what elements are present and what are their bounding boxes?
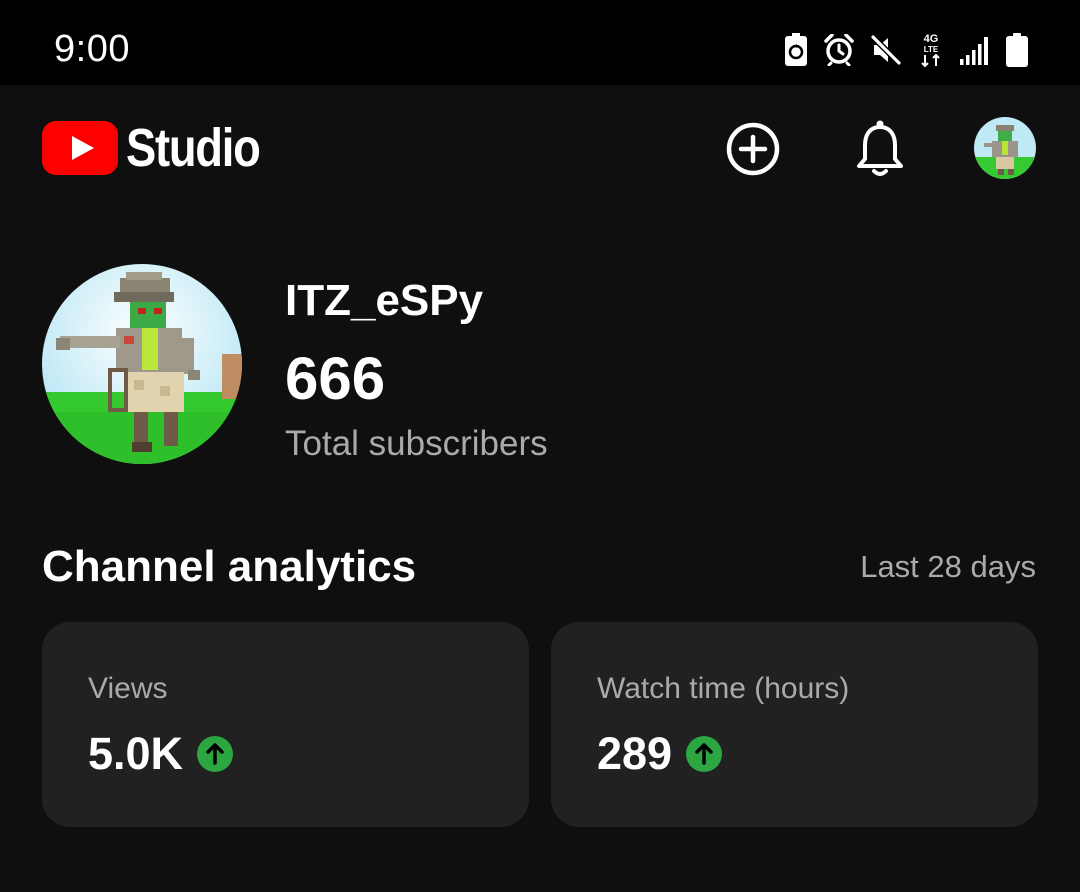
create-plus-icon <box>725 121 781 177</box>
4g-lte-icon: 4G LTE <box>918 32 944 68</box>
channel-avatar[interactable] <box>42 264 242 464</box>
watch-time-value: 289 <box>597 728 673 779</box>
views-label: Views <box>88 672 168 705</box>
youtube-play-icon <box>42 121 118 175</box>
views-value-row: 5.0K <box>88 728 234 780</box>
status-bar: 9:00 4G LTE <box>0 0 1080 85</box>
views-value: 5.0K <box>88 728 184 779</box>
mute-icon <box>870 34 902 66</box>
app-header: Studio <box>0 85 1080 215</box>
channel-name: ITZ_eSPy <box>285 276 484 325</box>
status-time: 9:00 <box>54 28 130 70</box>
trend-up-icon <box>686 736 723 772</box>
channel-analytics-title: Channel analytics <box>42 542 417 591</box>
status-icons: 4G LTE <box>784 30 1028 70</box>
battery-icon <box>1006 33 1028 67</box>
subscriber-count: 666 <box>285 345 386 412</box>
svg-text:4G: 4G <box>924 33 939 45</box>
analytics-period: Last 28 days <box>860 549 1036 584</box>
signal-icon <box>960 35 990 65</box>
logo-text: Studio <box>126 118 261 178</box>
create-button[interactable] <box>724 120 782 178</box>
studio-logo[interactable]: Studio <box>42 118 285 178</box>
notification-bell-icon <box>856 119 904 177</box>
svg-text:LTE: LTE <box>924 45 939 54</box>
alarm-icon <box>824 34 854 66</box>
watch-time-card[interactable]: Watch time (hours) 289 <box>551 622 1038 827</box>
notifications-button[interactable] <box>852 118 908 178</box>
battery-saver-icon <box>784 33 808 67</box>
trend-up-icon <box>197 736 234 772</box>
account-avatar[interactable] <box>974 117 1036 179</box>
subscriber-label: Total subscribers <box>285 424 548 463</box>
watch-time-label: Watch time (hours) <box>597 672 850 705</box>
views-card[interactable]: Views 5.0K <box>42 622 529 827</box>
watch-time-value-row: 289 <box>597 728 723 780</box>
